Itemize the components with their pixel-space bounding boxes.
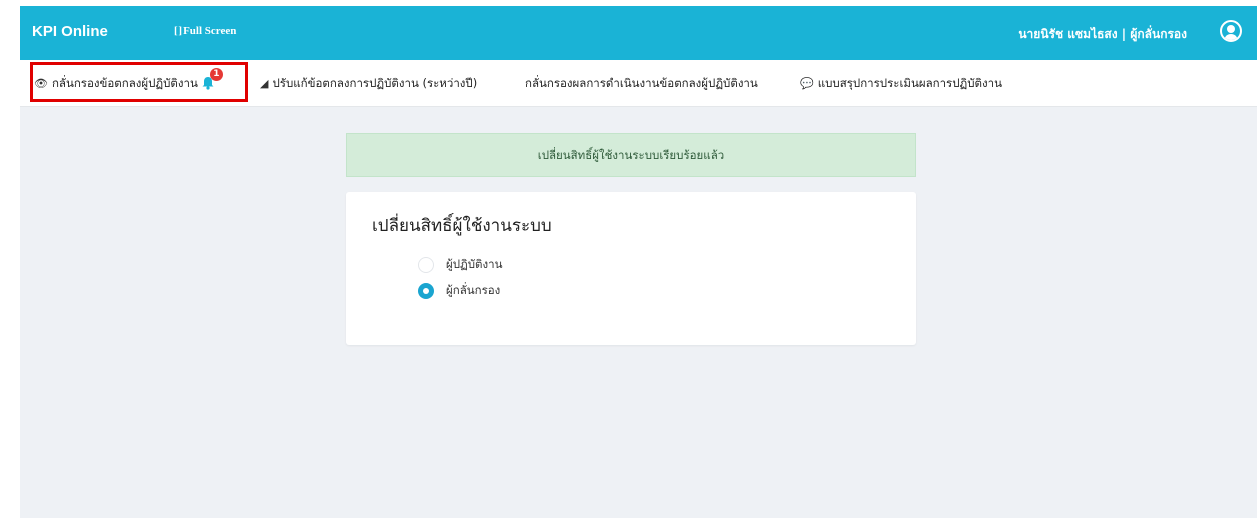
role-option-label: ผู้กลั่นกรอง: [446, 283, 501, 297]
nav-item-label: ปรับแก้ข้อตกลงการปฏิบัติงาน (ระหว่างปี): [272, 76, 478, 90]
nav-item-label: กลั่นกรองข้อตกลงผู้ปฏิบัติงาน: [51, 76, 198, 90]
fullscreen-button[interactable]: [ ] Full Screen: [174, 25, 236, 37]
top-bar: KPI Online [ ] Full Screen นายนิรัช แซมไธ…: [20, 6, 1257, 60]
role-option-screener[interactable]: ผู้กลั่นกรอง: [418, 281, 500, 301]
expand-icon: [ ]: [174, 25, 182, 37]
bell-icon[interactable]: 1: [201, 68, 223, 90]
nav-item-summary-form[interactable]: 💬 แบบสรุปการประเมินผลการปฏิบัติงาน: [800, 60, 1002, 106]
nav-item-label: กลั่นกรองผลการดำเนินงานข้อตกลงผู้ปฏิบัติ…: [525, 76, 758, 90]
fullscreen-label: Full Screen: [183, 25, 237, 37]
role-card: เปลี่ยนสิทธิ์ผู้ใช้งานระบบ ผู้ปฏิบัติงาน…: [346, 192, 916, 345]
eraser-icon: ◢: [260, 77, 269, 90]
success-alert: เปลี่ยนสิทธิ์ผู้ใช้งานระบบเรียบร้อยแล้ว: [346, 133, 916, 177]
card-title: เปลี่ยนสิทธิ์ผู้ใช้งานระบบ: [372, 216, 552, 236]
role-option-operator[interactable]: ผู้ปฏิบัติงาน: [418, 255, 502, 275]
app-frame: KPI Online [ ] Full Screen นายนิรัช แซมไธ…: [20, 6, 1257, 518]
user-avatar-icon[interactable]: [1220, 20, 1242, 42]
eye-icon: 👁: [34, 77, 48, 90]
alert-message: เปลี่ยนสิทธิ์ผู้ใช้งานระบบเรียบร้อยแล้ว: [537, 148, 725, 162]
user-name[interactable]: นายนิรัช แซมไธสง | ผู้กลั่นกรอง: [1018, 25, 1187, 44]
nav-item-screen-agreement[interactable]: 👁 กลั่นกรองข้อตกลงผู้ปฏิบัติงาน 1: [34, 60, 223, 106]
role-option-label: ผู้ปฏิบัติงาน: [446, 257, 503, 271]
comment-icon: 💬: [800, 77, 814, 90]
main-nav: 👁 กลั่นกรองข้อตกลงผู้ปฏิบัติงาน 1 ◢ ปรับแก้…: [20, 60, 1257, 107]
nav-item-label: แบบสรุปการประเมินผลการปฏิบัติงาน: [817, 76, 1002, 90]
radio-checked-icon[interactable]: [418, 283, 434, 299]
brand-logo[interactable]: KPI Online: [32, 23, 108, 40]
nav-item-edit-agreement[interactable]: ◢ ปรับแก้ข้อตกลงการปฏิบัติงาน (ระหว่างปี): [260, 60, 477, 106]
radio-unchecked-icon[interactable]: [418, 257, 434, 273]
notification-badge: 1: [209, 68, 223, 81]
nav-item-screen-results[interactable]: กลั่นกรองผลการดำเนินงานข้อตกลงผู้ปฏิบัติ…: [525, 60, 758, 106]
